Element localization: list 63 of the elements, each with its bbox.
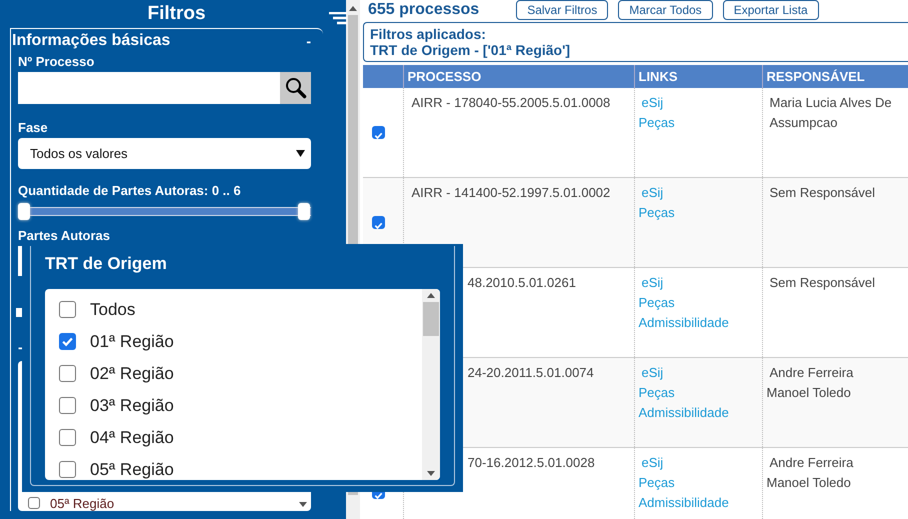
field-label: Fase [18, 120, 49, 135]
list-option[interactable]: 04ª Região [90, 428, 174, 448]
table-cell-text: AIRR - 141400-52.1997.5.01.0002 [410, 185, 610, 200]
list-option[interactable]: 03ª Região [90, 396, 174, 416]
toolbar-button[interactable]: Exportar Lista [722, 0, 819, 20]
slider-thumb[interactable] [298, 203, 310, 220]
table-cell-text: 24-20.2011.5.01.0074 [466, 365, 594, 380]
list-scrollbar[interactable] [422, 289, 440, 480]
checkmark-icon [373, 490, 384, 501]
checkbox[interactable] [59, 429, 76, 446]
table-cell-text: Andre Ferreira [768, 454, 854, 472]
checkbox[interactable] [59, 461, 76, 478]
toolbar-button[interactable]: Salvar Filtros [516, 0, 608, 20]
dropdown-caret-icon [296, 150, 305, 157]
scroll-down-icon[interactable] [299, 502, 307, 507]
field-label: Partes Autoras [18, 228, 111, 243]
list-option[interactable]: Todos [90, 300, 136, 320]
table-cell-text: 70-16.2012.5.01.0028 [466, 455, 595, 470]
scroll-up-icon[interactable] [349, 6, 357, 11]
scroll-up-icon[interactable] [427, 293, 435, 298]
list-option[interactable]: 05ª Região [50, 496, 114, 510]
column-header: PROCESSO [403, 65, 634, 88]
checkbox[interactable] [59, 365, 76, 382]
table-cell-text: Sem Responsável [768, 274, 876, 292]
field-label: Nº Processo [18, 54, 96, 69]
toolbar-button[interactable]: Marcar Todos [618, 0, 713, 20]
search-icon [284, 77, 306, 99]
checkmark-icon [373, 130, 384, 141]
column-header: LINKS [634, 65, 762, 88]
table-cell-text: 48.2010.5.01.0261 [466, 275, 576, 290]
table-cell-text: Andre Ferreira [768, 364, 854, 382]
checkmark-icon [373, 220, 384, 231]
checkbox[interactable] [372, 216, 385, 229]
checkbox[interactable] [59, 333, 76, 350]
result-count: 655 processos [368, 1, 480, 19]
collapse-toggle[interactable]: - [306, 33, 311, 49]
phase-select[interactable]: Todos os valores [18, 138, 311, 169]
column-header: RESPONSÁVEL [762, 65, 908, 88]
table-cell-text: Manoel Toledo [766, 474, 852, 492]
checkbox[interactable] [59, 301, 76, 318]
search-button[interactable] [280, 72, 311, 104]
applied-filters-title: Filtros aplicados: [370, 26, 487, 42]
scroll-thumb[interactable] [423, 302, 439, 336]
table-cell-text: Sem Responsável [768, 184, 876, 202]
slider-thumb[interactable] [18, 203, 30, 220]
list-option[interactable]: 01ª Região [90, 332, 174, 352]
list-option[interactable]: 02ª Região [90, 364, 174, 384]
table-cell-text: AIRR - 178040-55.2005.5.01.0008 [410, 95, 610, 110]
checkbox[interactable] [59, 397, 76, 414]
list-option[interactable]: 05ª Região [90, 460, 174, 480]
sidebar-title: Filtros [147, 3, 206, 25]
process-number-field[interactable] [18, 72, 280, 104]
column-header [363, 65, 403, 88]
popup-title: TRT de Origem [45, 254, 168, 275]
checkbox[interactable] [372, 126, 385, 139]
applied-filter: TRT de Origem - ['01ª Região'] [370, 42, 572, 58]
section-title: Informações básicas [12, 32, 170, 50]
checkbox[interactable] [28, 497, 40, 509]
table-cell-text: Maria Lucia Alves De Assumpcao [768, 94, 893, 132]
scroll-down-icon[interactable] [427, 471, 435, 476]
phase-value: Todos os valores [30, 146, 128, 161]
table-cell-text: Manoel Toledo [766, 384, 852, 402]
field-label: Quantidade de Partes Autoras: 0 .. 6 [18, 183, 242, 198]
